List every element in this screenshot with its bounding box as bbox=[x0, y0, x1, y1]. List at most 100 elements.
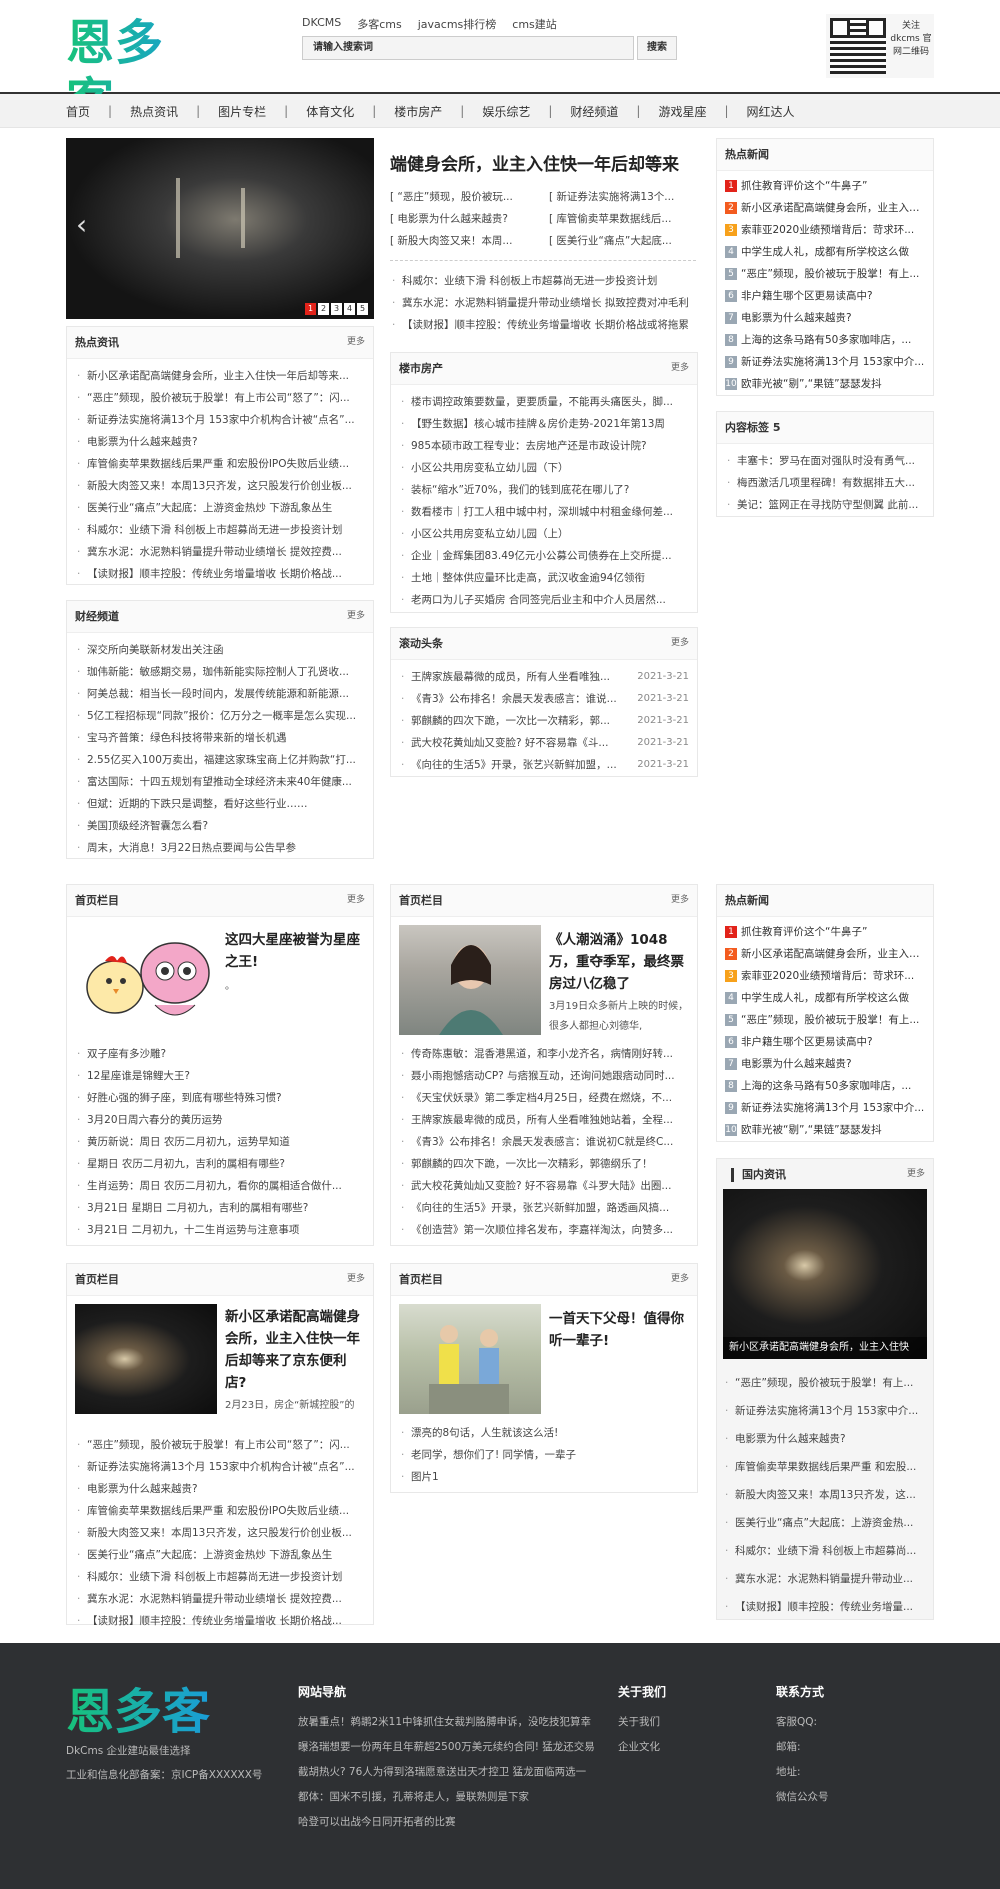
headline-link[interactable]: [ 新股大肉签又来！本周... bbox=[390, 230, 539, 252]
feature-image[interactable] bbox=[75, 925, 217, 1035]
list-item[interactable]: 9 新证券法实施将满13个月 153家中介... bbox=[725, 351, 925, 373]
footer-icp[interactable]: 工业和信息化部备案：京ICP备XXXXXX号 bbox=[66, 1767, 262, 1782]
list-item[interactable]: 985本硕市政工程专业：去房地产还是市政设计院? bbox=[399, 435, 689, 457]
list-item[interactable]: 医美行业“痛点”大起底：上游资金热炒 下游乱象丛生 bbox=[75, 497, 365, 519]
list-item[interactable]: 3月21日 二月初九，十二生肖运势与注意事项 bbox=[75, 1219, 365, 1241]
list-item[interactable]: 8 上海的这条马路有50多家咖啡店，... bbox=[725, 329, 925, 351]
top-link-duoke[interactable]: 多客cms bbox=[357, 16, 402, 32]
list-item[interactable]: 深交所向美联新材发出关注函 bbox=[75, 639, 365, 661]
feature-title[interactable]: 一首天下父母！值得你听一辈子! bbox=[549, 1308, 689, 1352]
list-item[interactable]: 土地｜整体供应量环比走高，武汉收金逾94亿领衔 bbox=[399, 567, 689, 589]
list-item[interactable]: 《青3》公布排名！余晨天发表感言：谁说...2021-3-21 bbox=[399, 688, 689, 710]
list-item[interactable]: 企业｜金辉集团83.49亿元小公募公司债券在上交所提... bbox=[399, 545, 689, 567]
list-item[interactable]: 科威尔：业绩下滑 科创板上市超募尚无进一步投资计划 bbox=[390, 270, 700, 292]
list-item[interactable]: 9 新证券法实施将满13个月 153家中介... bbox=[725, 1097, 925, 1119]
list-item[interactable]: 王牌家族最幕微的成员，所有人坐看唯独...2021-3-21 bbox=[399, 666, 689, 688]
feature-item[interactable]: 《人潮汹涌》1048万，重夺季军，最终票房过八亿稳了 3月19日众多新片上映的时… bbox=[391, 917, 697, 1037]
top-link-javacms[interactable]: javacms排行榜 bbox=[418, 16, 497, 32]
list-item[interactable]: 生肖运势：周日 农历二月初九，看你的属相适合做什... bbox=[75, 1175, 365, 1197]
headline-title[interactable]: 端健身会所，业主入住快一年后却等来 bbox=[390, 150, 700, 175]
list-item[interactable]: 好胜心强的狮子座，到底有哪些特殊习惯? bbox=[75, 1087, 365, 1109]
chevron-left-icon[interactable]: ‹ bbox=[76, 208, 87, 241]
nav-item[interactable]: | 财经频道 bbox=[530, 103, 618, 120]
list-item[interactable]: 周末，大消息！3月22日热点要闻与公告早参 bbox=[75, 837, 365, 859]
list-item[interactable]: 5 “恶庄”频现，股价被玩于股掌！有上... bbox=[725, 263, 925, 285]
headline-link[interactable]: [ 库管偷卖苹果数据线后... bbox=[549, 208, 698, 230]
list-item[interactable]: 2 新小区承诺配高端健身会所，业主入住... bbox=[725, 197, 925, 219]
nav-item[interactable]: 首页 bbox=[66, 103, 90, 120]
list-item[interactable]: 2 新小区承诺配高端健身会所，业主入住... bbox=[725, 943, 925, 965]
list-item[interactable]: 库管偷卖苹果数据线后果严重 和宏股份IPO失败后业绩... bbox=[75, 453, 365, 475]
list-item[interactable]: 科威尔：业绩下滑 科创板上市超募尚... bbox=[723, 1537, 927, 1565]
list-item[interactable]: 传奇陈惠敏：混香港黑道，和李小龙齐名，病情刚好转... bbox=[399, 1043, 689, 1065]
list-item[interactable]: 库管偷卖苹果数据线后果严重 和宏股份IPO失败后业绩... bbox=[75, 1500, 365, 1522]
list-item[interactable]: 新证券法实施将满13个月 153家中介机构合计被“点名”... bbox=[75, 1456, 365, 1478]
list-item[interactable]: 12星座谁是锦鲤大王? bbox=[75, 1065, 365, 1087]
headline-link[interactable]: [ 新证券法实施将满13个... bbox=[549, 186, 698, 208]
top-link-dkcms[interactable]: DKCMS bbox=[302, 16, 341, 32]
more-link[interactable]: 更多 bbox=[671, 885, 689, 915]
list-item[interactable]: 数看楼市｜打工人租中城中村，深圳城中村租金缘何差... bbox=[399, 501, 689, 523]
list-item[interactable]: 5 “恶庄”频现，股价被玩于股掌！有上... bbox=[725, 1009, 925, 1031]
feature-item[interactable]: 新小区承诺配高端健身会所，业主入住快一年后却等来了京东便利店? 2月23日，房企… bbox=[67, 1296, 373, 1432]
list-item[interactable]: 星期日 农历二月初九，吉利的属相有哪些? bbox=[75, 1153, 365, 1175]
list-item[interactable]: 7 电影票为什么越来越贵? bbox=[725, 1053, 925, 1075]
list-item[interactable]: 新证券法实施将满13个月 153家中介... bbox=[723, 1397, 927, 1425]
list-item[interactable]: 电影票为什么越来越贵? bbox=[723, 1425, 927, 1453]
slider-dot[interactable]: 4 bbox=[344, 303, 355, 315]
list-item[interactable]: 老两口为儿子买婚房 合同签完后业主和中介人员居然... bbox=[399, 589, 689, 611]
list-item[interactable]: 老同学，想你们了! 同学情，一辈子 bbox=[399, 1444, 689, 1466]
list-item[interactable]: 7 电影票为什么越来越贵? bbox=[725, 307, 925, 329]
list-item[interactable]: 【读财报】顺丰控股：传统业务增量增收 长期价格战或将拖累 bbox=[390, 314, 700, 336]
list-item[interactable]: 丰塞卡：罗马在面对强队时没有勇气... bbox=[725, 450, 925, 472]
list-item[interactable]: 楼市调控政策要数量，更要质量，不能再头痛医头，脚... bbox=[399, 391, 689, 413]
footer-link[interactable]: 哈登可以出战今日同开拓者的比赛 bbox=[298, 1810, 603, 1835]
list-item[interactable]: 武大校花黄灿灿又变脸? 好不容易靠《斗罗大陆》出圈... bbox=[399, 1175, 689, 1197]
list-item[interactable]: 医美行业“痛点”大起底：上游资金热... bbox=[723, 1509, 927, 1537]
list-item[interactable]: 冀东水泥：水泥熟料销量提升带动业绩增长 提效控费... bbox=[75, 541, 365, 563]
list-item[interactable]: 《向往的生活5》开录，张艺兴新鲜加盟，路透画风搞... bbox=[399, 1197, 689, 1219]
image-caption[interactable]: 新小区承诺配高端健身会所，业主入住快 bbox=[723, 1337, 927, 1359]
list-item[interactable]: 冀东水泥：水泥熟料销量提升带动业绩增长 拟致控费对冲毛利 bbox=[390, 292, 700, 314]
footer-link[interactable]: 截胡热火? 76人为得到洛瑞愿意送出天才控卫 猛龙面临两选一 bbox=[298, 1760, 603, 1785]
search-button[interactable]: 搜索 bbox=[637, 36, 677, 60]
headline-link[interactable]: [ “恶庄”频现，股价被玩... bbox=[390, 186, 539, 208]
list-item[interactable]: 3月20日周六春分的黄历运势 bbox=[75, 1109, 365, 1131]
feature-image[interactable] bbox=[399, 925, 541, 1035]
list-item[interactable]: 梅西激活几项里程碑！有数据排五大... bbox=[725, 472, 925, 494]
feature-image[interactable] bbox=[399, 1304, 541, 1414]
footer-link[interactable]: 关于我们 bbox=[618, 1710, 758, 1735]
headline-link[interactable]: [ 医美行业“痛点”大起底... bbox=[549, 230, 698, 252]
list-item[interactable]: 3 索菲亚2020业绩预增背后：苛求环... bbox=[725, 219, 925, 241]
list-item[interactable]: 科威尔：业绩下滑 科创板上市超募尚无进一步投资计划 bbox=[75, 519, 365, 541]
list-item[interactable]: 黄历新说：周日 农历二月初九，运势早知道 bbox=[75, 1131, 365, 1153]
list-item[interactable]: 6 非户籍生哪个区更易读高中? bbox=[725, 285, 925, 307]
more-link[interactable]: 更多 bbox=[671, 353, 689, 383]
image-slider[interactable]: ‹ 1 2 3 4 5 bbox=[66, 138, 374, 319]
more-link[interactable]: 更多 bbox=[347, 601, 365, 631]
list-item[interactable]: 新小区承诺配高端健身会所，业主入住快一年后却等来... bbox=[75, 365, 365, 387]
list-item[interactable]: 电影票为什么越来越贵? bbox=[75, 1478, 365, 1500]
list-item[interactable]: 《向往的生活5》开录，张艺兴新鲜加盟，...2021-3-21 bbox=[399, 754, 689, 776]
list-item[interactable]: 小区公共用房变私立幼儿园（下） bbox=[399, 457, 689, 479]
list-item[interactable]: 医美行业“痛点”大起底：上游资金热炒 下游乱象丛生 bbox=[75, 1544, 365, 1566]
list-item[interactable]: 6 非户籍生哪个区更易读高中? bbox=[725, 1031, 925, 1053]
list-item[interactable]: 《天宝伏妖录》第二季定档4月25日，经费在燃烧，不... bbox=[399, 1087, 689, 1109]
list-item[interactable]: “恶庄”频现，股价被玩于股掌！有上... bbox=[723, 1369, 927, 1397]
site-logo[interactable]: 恩多客 bbox=[66, 14, 196, 129]
list-item[interactable]: 聂小雨抱憾痞动CP? 与痞猴互动，还询问她跟痞动同时... bbox=[399, 1065, 689, 1087]
more-link[interactable]: 更多 bbox=[347, 885, 365, 915]
list-item[interactable]: 阿美总裁：相当长一段时间内，发展传统能源和新能源... bbox=[75, 683, 365, 705]
footer-link[interactable]: 都体：国米不引援，孔蒂将走人，曼联熟则是下家 bbox=[298, 1785, 603, 1810]
more-link[interactable]: 更多 bbox=[347, 1264, 365, 1294]
list-item[interactable]: 【读财报】顺丰控股：传统业务增量... bbox=[723, 1593, 927, 1621]
list-item[interactable]: 美记：篮网正在寻找防守型侧翼 此前... bbox=[725, 494, 925, 516]
list-item[interactable]: 10 欧菲光被“剔”,“果链”瑟瑟发抖 bbox=[725, 373, 925, 395]
footer-link[interactable]: 放暑重点！鹈鹕2米11中锋抓住女裁判胳膊申诉，没吃技犯算幸 bbox=[298, 1710, 603, 1735]
list-item[interactable]: 郭麒麟的四次下跪，一次比一次精彩，郭...2021-3-21 bbox=[399, 710, 689, 732]
list-item[interactable]: 10 欧菲光被“剔”,“果链”瑟瑟发抖 bbox=[725, 1119, 925, 1141]
list-item[interactable]: 新股大肉签又来！本周13只齐发，这只股发行价创业板... bbox=[75, 475, 365, 497]
list-item[interactable]: 《青3》公布排名！余晨天发表感言：谁说初C就是终C... bbox=[399, 1131, 689, 1153]
slider-dot[interactable]: 1 bbox=[305, 303, 316, 315]
list-item[interactable]: 5亿工程招标现“同款”报价：亿万分之一概率是怎么实现... bbox=[75, 705, 365, 727]
